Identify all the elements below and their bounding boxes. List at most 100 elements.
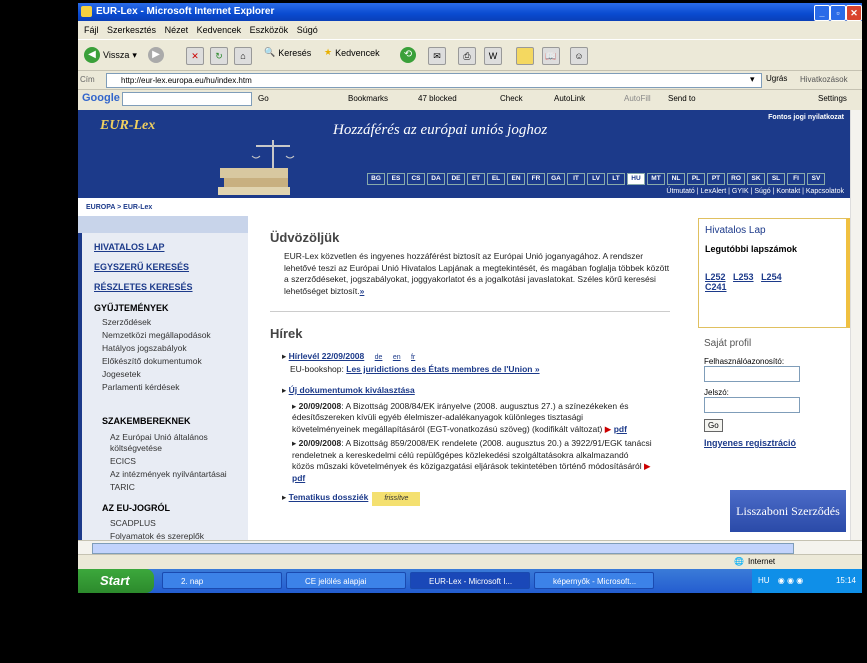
lang-de[interactable]: DE	[447, 173, 465, 185]
nav-item-registers[interactable]: Az intézmények nyilvántartásai	[110, 469, 227, 479]
username-input[interactable]	[704, 366, 800, 382]
bookshop-link[interactable]: Les juridictions des États membres de l'…	[346, 364, 539, 374]
autolink-button[interactable]: AutoLink	[554, 94, 585, 103]
lang-et[interactable]: ET	[467, 173, 485, 185]
maximize-button[interactable]: ▫	[830, 5, 846, 21]
lang-da[interactable]: DA	[427, 173, 445, 185]
nav-item-processes[interactable]: Folyamatok és szereplők	[110, 531, 204, 540]
password-input[interactable]	[704, 397, 800, 413]
lang-nl[interactable]: NL	[667, 173, 685, 185]
register-link[interactable]: Ingyenes regisztráció	[704, 438, 844, 448]
nav-advanced-search[interactable]: RÉSZLETES KERESÉS	[94, 282, 193, 292]
minimize-button[interactable]: _	[814, 5, 830, 21]
lang-mt[interactable]: MT	[647, 173, 665, 185]
dossier-link[interactable]: Tematikus dossziék	[289, 492, 369, 502]
sendto-button[interactable]: Send to	[668, 94, 696, 103]
menu-help[interactable]: Súgó	[297, 23, 318, 37]
intro-more-link[interactable]: »	[360, 286, 365, 296]
nav-item-budget-2[interactable]: költségvetése	[110, 443, 162, 453]
top-navigation[interactable]: Útmutató | LexAlert | GYIK | Súgó | Kont…	[666, 188, 844, 195]
newsletter-fr-link[interactable]: fr	[411, 354, 415, 361]
spellcheck-button[interactable]: Check	[500, 94, 523, 103]
newsletter-de-link[interactable]: de	[375, 354, 383, 361]
google-go-button[interactable]: Go	[258, 94, 269, 103]
lisbon-treaty-banner[interactable]: Lisszaboni Szerződés	[730, 490, 846, 532]
favorites-button[interactable]: ★ Kedvencek	[324, 47, 380, 58]
task-ie[interactable]: EUR-Lex - Microsoft I...	[410, 572, 530, 589]
refresh-button[interactable]: ↻	[210, 47, 228, 65]
search-button[interactable]: 🔍 Keresés	[264, 47, 311, 58]
mail-button[interactable]: ✉	[428, 47, 446, 65]
newsletter-en-link[interactable]: en	[393, 354, 401, 361]
autofill-button[interactable]: AutoFill	[624, 94, 651, 103]
nav-item-taric[interactable]: TARIC	[110, 482, 135, 492]
forward-button[interactable]: ▶	[148, 47, 164, 63]
nav-simple-search[interactable]: EGYSZERŰ KERESÉS	[94, 262, 189, 272]
nav-official-journal[interactable]: HIVATALOS LAP	[94, 242, 165, 252]
address-dropdown-icon[interactable]: ▾	[750, 74, 755, 85]
links-label[interactable]: Hivatkozások	[800, 75, 848, 84]
horizontal-scrollbar[interactable]	[78, 540, 862, 554]
issue-link-l252[interactable]: L252	[705, 272, 726, 282]
history-button[interactable]: ⟲	[400, 47, 416, 63]
discuss-button[interactable]	[516, 47, 534, 65]
nav-item-caselaw[interactable]: Jogesetek	[102, 369, 141, 379]
lang-ro[interactable]: RO	[727, 173, 745, 185]
lang-bg[interactable]: BG	[367, 173, 385, 185]
pdf-link-1[interactable]: pdf	[614, 424, 627, 434]
nav-item-legislation[interactable]: Hatályos jogszabályok	[102, 343, 187, 353]
lang-en[interactable]: EN	[507, 173, 525, 185]
popup-blocked[interactable]: 47 blocked	[418, 94, 457, 103]
lang-lt[interactable]: LT	[607, 173, 625, 185]
lang-pl[interactable]: PL	[687, 173, 705, 185]
task-word-screens[interactable]: képernyők - Microsoft...	[534, 572, 654, 589]
menu-view[interactable]: Nézet	[165, 23, 189, 37]
language-indicator[interactable]: HU	[758, 576, 770, 585]
lang-cs[interactable]: CS	[407, 173, 425, 185]
login-go-button[interactable]: Go	[704, 419, 723, 432]
messenger-button[interactable]: ☺	[570, 47, 588, 65]
task-folder[interactable]: 2. nap	[162, 572, 282, 589]
newsletter-link[interactable]: Hírlevél 22/09/2008	[289, 351, 365, 361]
menu-tools[interactable]: Eszközök	[250, 23, 289, 37]
home-button[interactable]: ⌂	[234, 47, 252, 65]
lang-fi[interactable]: FI	[787, 173, 805, 185]
nav-item-questions[interactable]: Parlamenti kérdések	[102, 382, 179, 392]
lang-pt[interactable]: PT	[707, 173, 725, 185]
lang-sl[interactable]: SL	[767, 173, 785, 185]
vertical-scrollbar[interactable]	[850, 110, 862, 540]
breadcrumb[interactable]: EUROPA > EUR-Lex	[86, 204, 152, 211]
research-button[interactable]: 📖	[542, 47, 560, 65]
pdf-link-2[interactable]: pdf	[292, 473, 305, 483]
back-button[interactable]: ◀ Vissza ▾	[84, 47, 137, 63]
start-button[interactable]: Start	[78, 569, 154, 593]
lang-sv[interactable]: SV	[807, 173, 825, 185]
nav-item-ecics[interactable]: ECICS	[110, 456, 136, 466]
scrollbar-thumb[interactable]	[92, 543, 794, 554]
menu-file[interactable]: Fájl	[84, 23, 99, 37]
eurlex-logo[interactable]: EUR-Lex	[100, 118, 155, 134]
lang-lv[interactable]: LV	[587, 173, 605, 185]
legal-notice-link[interactable]: Fontos jogi nyilatkozat	[768, 114, 844, 121]
lang-fr[interactable]: FR	[527, 173, 545, 185]
menu-edit[interactable]: Szerkesztés	[107, 23, 156, 37]
tray-icons[interactable]: ◉ ◉ ◉	[778, 576, 803, 585]
settings-button[interactable]: Settings	[818, 94, 847, 103]
nav-item-scadplus[interactable]: SCADPLUS	[110, 518, 156, 528]
issue-link-c241[interactable]: C241	[705, 282, 727, 292]
task-word-ce[interactable]: CE jelölés alapjai	[286, 572, 406, 589]
go-button[interactable]: Ugrás	[766, 74, 787, 83]
menu-favorites[interactable]: Kedvencek	[197, 23, 242, 37]
nav-item-agreements[interactable]: Nemzetközi megállapodások	[102, 330, 211, 340]
lang-it[interactable]: IT	[567, 173, 585, 185]
lang-sk[interactable]: SK	[747, 173, 765, 185]
newdocs-link[interactable]: Új dokumentumok kiválasztása	[289, 385, 415, 395]
lang-ga[interactable]: GA	[547, 173, 565, 185]
lang-es[interactable]: ES	[387, 173, 405, 185]
bookmarks-button[interactable]: Bookmarks	[348, 94, 388, 103]
google-search-input[interactable]	[122, 92, 252, 106]
nav-item-treaties[interactable]: Szerződések	[102, 317, 151, 327]
lang-el[interactable]: EL	[487, 173, 505, 185]
lang-hu[interactable]: HU	[627, 173, 645, 185]
nav-item-preparatory[interactable]: Előkészítő dokumentumok	[102, 356, 202, 366]
